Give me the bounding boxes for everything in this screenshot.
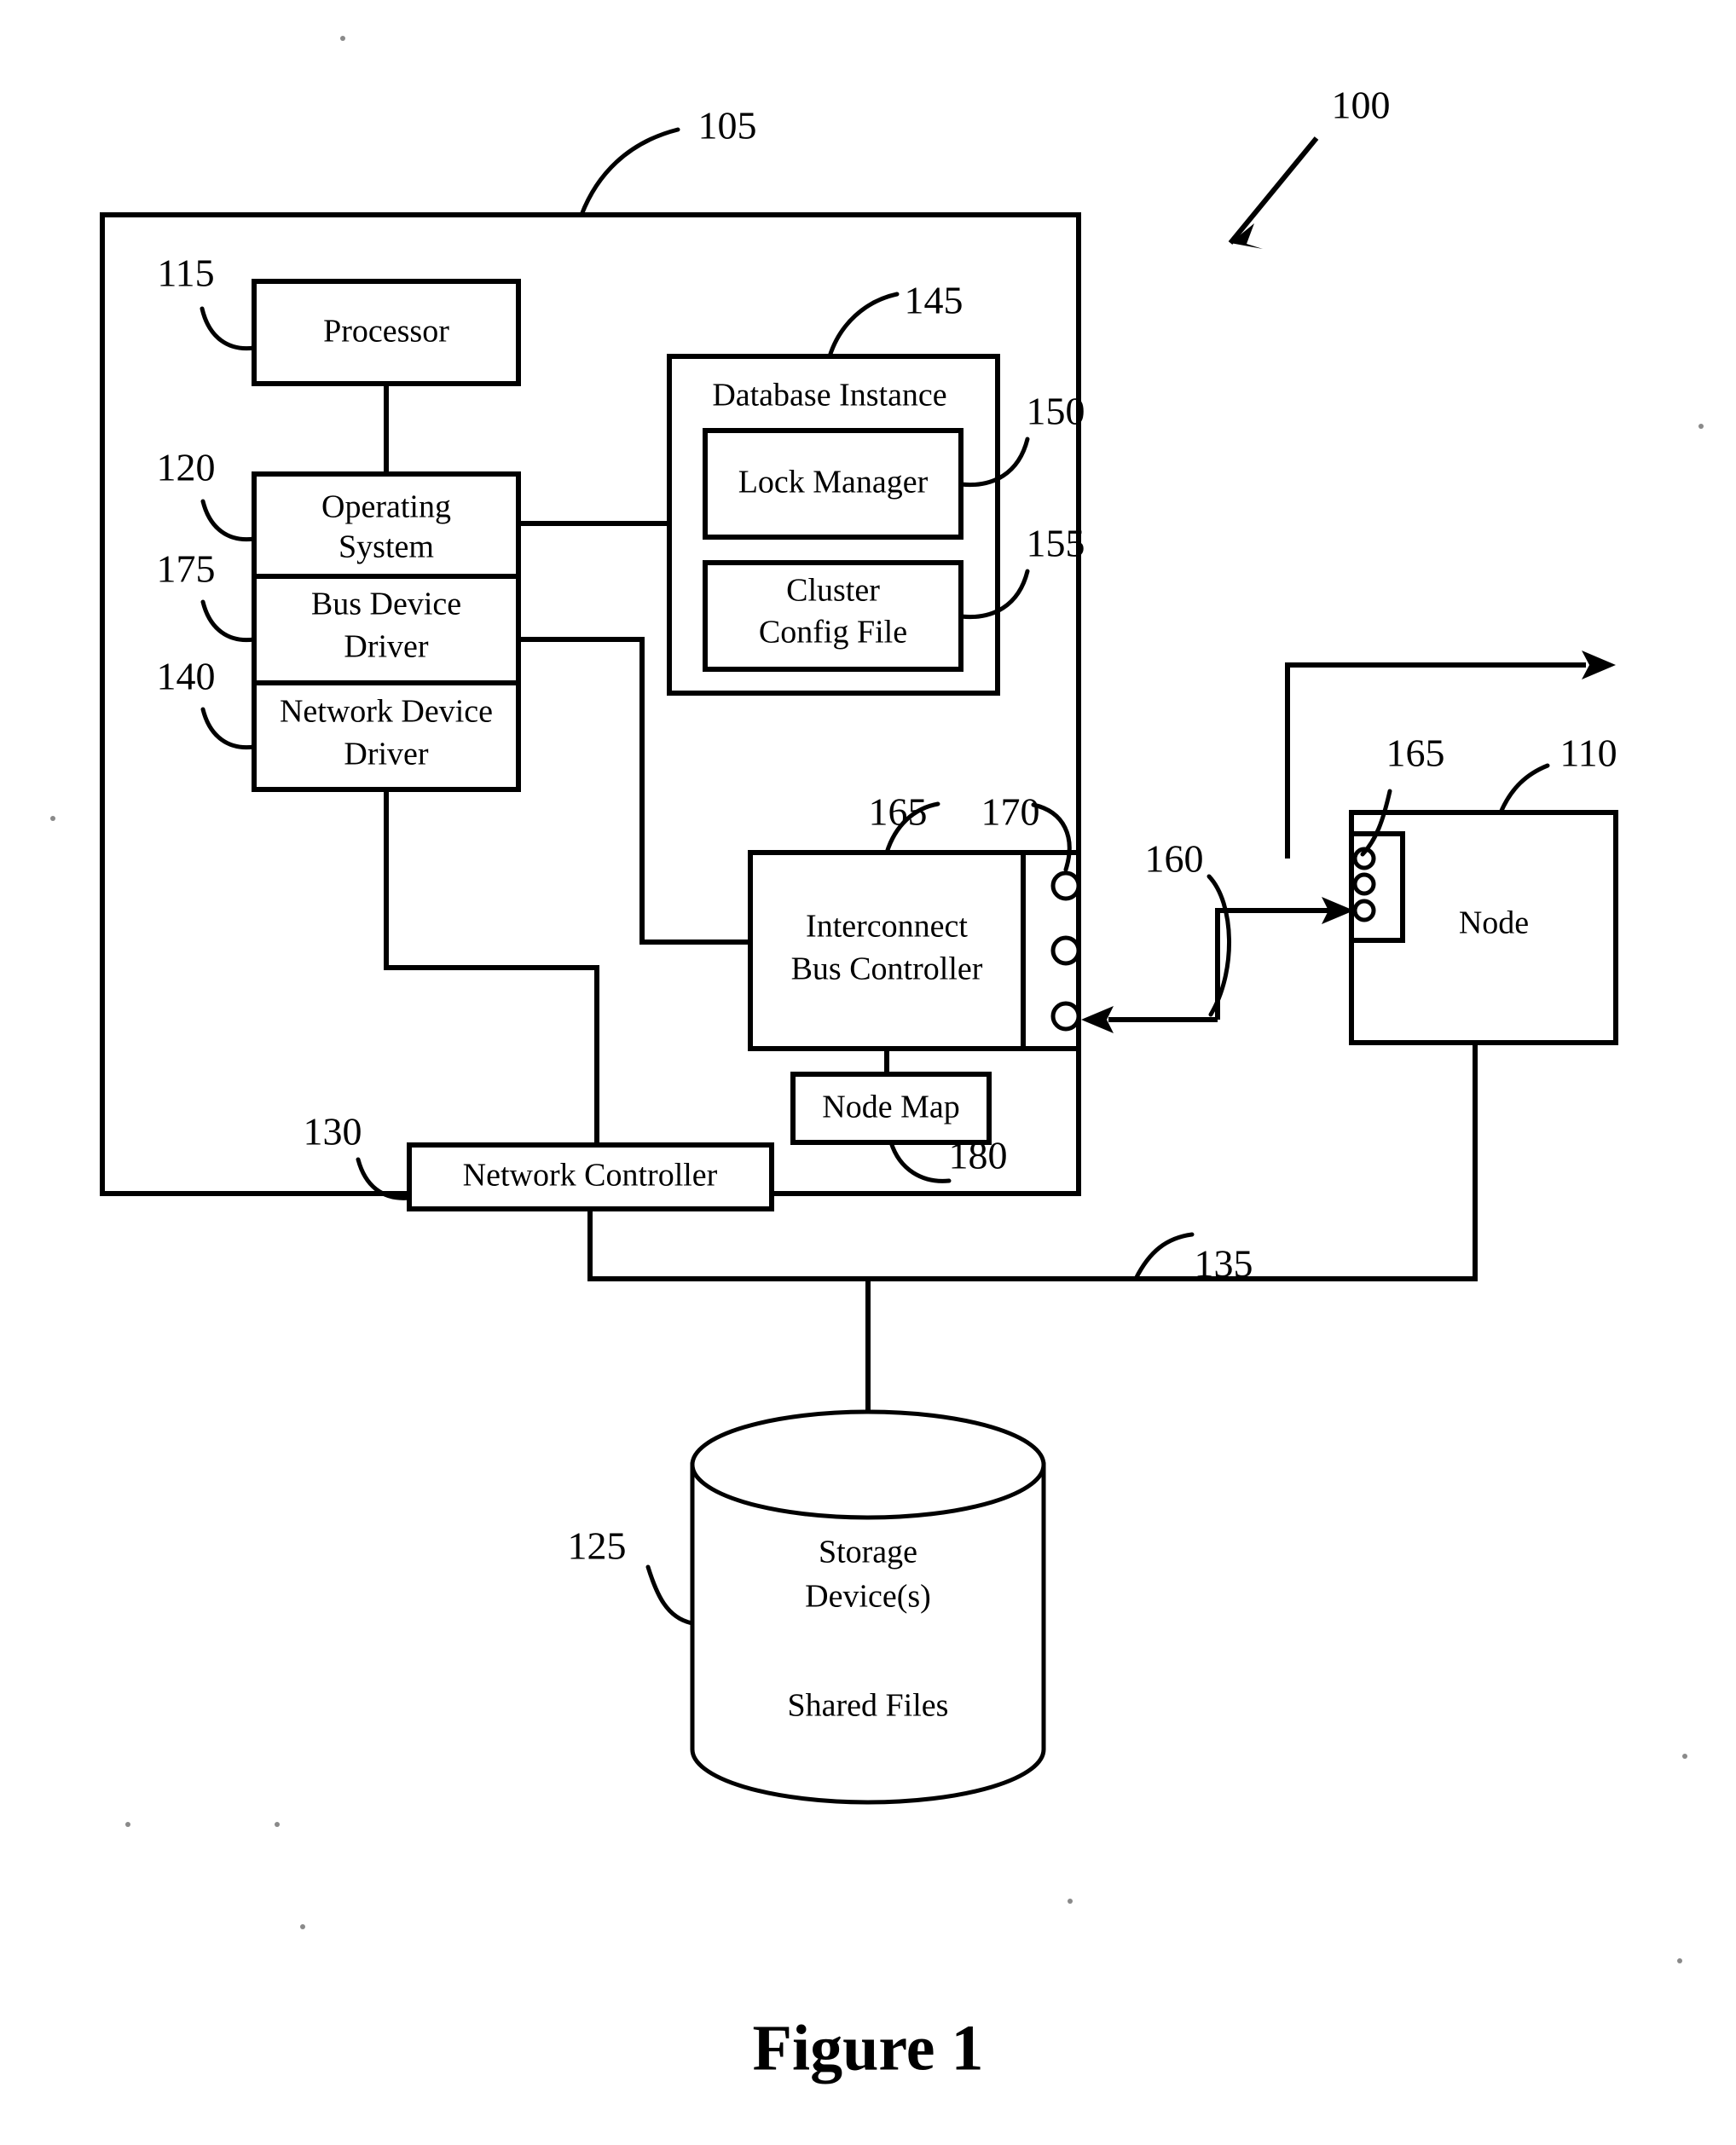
storage-device-label-line3: Shared Files (788, 1688, 949, 1724)
interconnect-bus-controller-label-line2: Bus Controller (791, 951, 983, 987)
leader-120 (200, 499, 257, 542)
leader-115 (200, 306, 257, 351)
ref-170: 170 (981, 790, 1040, 834)
leader-105 (579, 127, 680, 217)
network-controller-label: Network Controller (463, 1158, 718, 1194)
storage-device-label-line2: Device(s) (805, 1579, 931, 1615)
remote-node-port-2[interactable] (1352, 872, 1376, 896)
interconnect-port-1[interactable] (1050, 870, 1081, 901)
system-ref-arrow (1228, 136, 1319, 249)
leader-125 (645, 1564, 695, 1626)
ref-180: 180 (949, 1134, 1008, 1177)
processor-label: Processor (323, 314, 449, 350)
interconnect-link-160 (1081, 897, 1354, 1033)
ref-105: 105 (698, 104, 757, 147)
leader-110 (1498, 763, 1550, 815)
ref-160: 160 (1145, 837, 1204, 881)
patent-figure: 100 105 Processor 115 Operating System 1… (0, 0, 1736, 2145)
leader-175 (200, 599, 257, 643)
ref-120: 120 (157, 446, 216, 489)
ref-165-controller: 165 (869, 790, 928, 834)
ref-130: 130 (304, 1110, 362, 1153)
operating-system-label-line1: Operating (321, 489, 451, 525)
operating-system-label-line2: System (339, 529, 434, 565)
interconnect-port-2[interactable] (1050, 935, 1081, 966)
remote-node-port-3[interactable] (1352, 899, 1376, 922)
cluster-config-file-label-line2: Config File (759, 615, 907, 650)
database-instance-label: Database Instance (712, 378, 946, 413)
ref-165-node: 165 (1386, 731, 1445, 775)
storage-device-label-line1: Storage (819, 1535, 917, 1570)
ref-175: 175 (157, 547, 216, 591)
lock-manager-label: Lock Manager (738, 465, 929, 500)
netdriver-networkcontroller-link (384, 789, 599, 1145)
ref-145: 145 (905, 279, 963, 322)
ref-125: 125 (568, 1524, 627, 1568)
ref-135: 135 (1195, 1242, 1253, 1286)
cluster-config-file-label-line1: Cluster (786, 573, 880, 609)
interconnect-port-3[interactable] (1050, 1001, 1081, 1032)
ref-110: 110 (1560, 731, 1617, 775)
diagram-canvas: 100 105 Processor 115 Operating System 1… (50, 36, 1704, 2084)
leader-145 (827, 292, 900, 359)
interconnect-bus-controller-label-line1: Interconnect (806, 909, 968, 945)
ref-150: 150 (1027, 390, 1085, 433)
leader-140 (200, 707, 257, 750)
remote-node-label: Node (1459, 905, 1529, 941)
ref-100: 100 (1332, 84, 1391, 127)
ref-140: 140 (157, 655, 216, 698)
figure-caption: Figure 1 (753, 2012, 984, 2084)
ref-115: 115 (157, 252, 214, 295)
network-device-driver-label-line1: Network Device (280, 694, 493, 730)
network-device-driver-label-line2: Driver (344, 737, 429, 772)
node-map-label: Node Map (822, 1090, 959, 1125)
leader-135 (1133, 1232, 1195, 1281)
bus-device-driver-label-line2: Driver (344, 629, 429, 665)
bus-device-driver-label-line1: Bus Device (311, 587, 461, 622)
leader-180 (888, 1140, 952, 1183)
ref-155: 155 (1027, 522, 1085, 565)
